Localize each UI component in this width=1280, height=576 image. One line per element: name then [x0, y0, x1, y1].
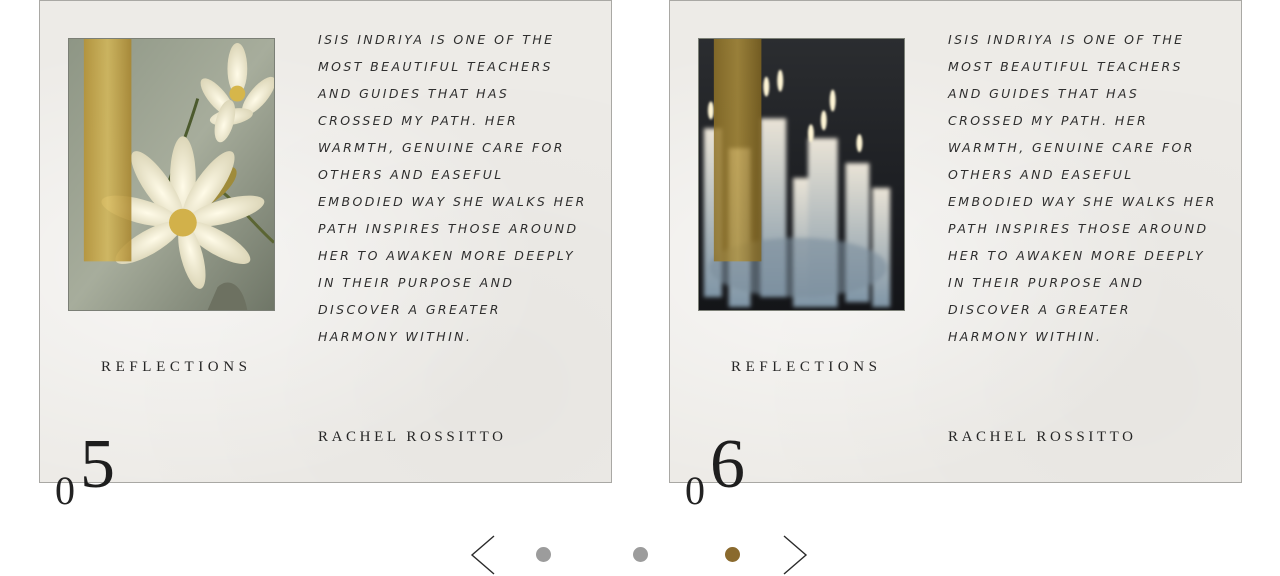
- candles-image: [699, 39, 904, 310]
- carousel-prev-button[interactable]: [468, 534, 498, 576]
- category-label: REFLECTIONS: [101, 359, 252, 375]
- testimonial-photo-candles: [698, 38, 905, 311]
- chevron-right-icon: [783, 535, 808, 575]
- testimonial-quote: ISIS INDRIYA IS ONE OF THE MOST BEAUTIFU…: [948, 32, 1217, 344]
- card-number: 6: [710, 426, 745, 503]
- carousel-dot-2[interactable]: [633, 547, 648, 562]
- testimonial-card-1: ISIS INDRIYA IS ONE OF THE MOST BEAUTIFU…: [39, 0, 612, 511]
- water-lily-image: [69, 39, 274, 310]
- testimonial-photo-water-lily: [68, 38, 275, 311]
- carousel-next-button[interactable]: [780, 534, 810, 576]
- category-label: REFLECTIONS: [731, 359, 882, 375]
- card-number-prefix: 0: [55, 468, 75, 513]
- carousel-dot-1[interactable]: [536, 547, 551, 562]
- card-number-prefix: 0: [685, 468, 705, 513]
- testimonial-author: RACHEL ROSSITTO: [948, 429, 1137, 445]
- testimonial-author: RACHEL ROSSITTO: [318, 429, 507, 445]
- testimonial-quote: ISIS INDRIYA IS ONE OF THE MOST BEAUTIFU…: [318, 32, 587, 344]
- testimonial-card-2: ISIS INDRIYA IS ONE OF THE MOST BEAUTIFU…: [669, 0, 1242, 511]
- chevron-left-icon: [470, 535, 495, 575]
- card-number: 5: [80, 426, 115, 503]
- carousel-dot-3[interactable]: [725, 547, 740, 562]
